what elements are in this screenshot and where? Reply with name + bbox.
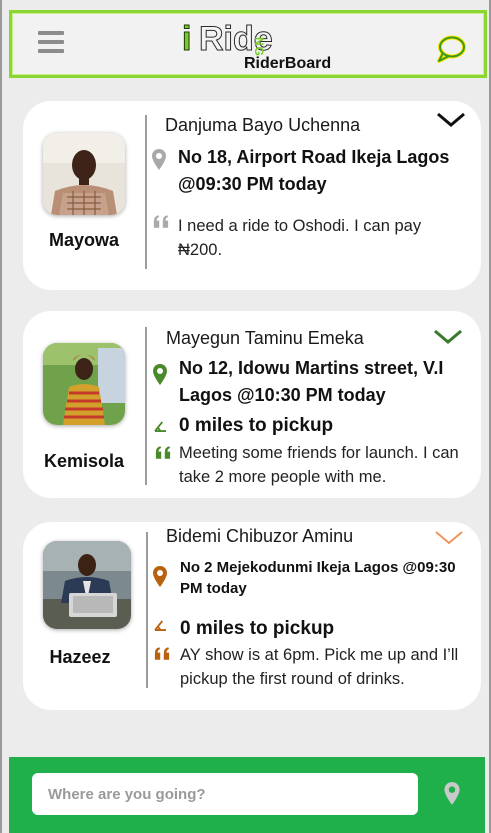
- bottom-search-bar: [9, 757, 485, 833]
- pickup-location: No 18, Airport Road Ikeja Lagos @09:30 P…: [178, 147, 450, 194]
- ride-request-card[interactable]: Mayowa Danjuma Bayo Uchenna No 18, Airpo…: [23, 101, 481, 290]
- logo-ng: NG: [252, 37, 266, 57]
- card-divider: [146, 532, 148, 688]
- rider-name: Mayegun Taminu Emeka: [166, 328, 364, 348]
- rider-message: AY show is at 6pm. Pick me up and I’ll p…: [180, 646, 459, 688]
- app-frame: i Ride NG RiderBoard Mayowa Danjuma Bayo…: [0, 0, 491, 833]
- location-pin-icon[interactable]: [442, 781, 462, 807]
- card-divider: [145, 115, 147, 269]
- distance-icon: [154, 620, 166, 631]
- iride-logo: i Ride NG: [181, 20, 292, 58]
- rider-message: Meeting some friends for launch. I can t…: [179, 444, 459, 486]
- avatar: [43, 541, 131, 629]
- chevron-down-icon[interactable]: [434, 529, 464, 547]
- app-header: i Ride NG RiderBoard: [9, 10, 487, 78]
- avatar: [43, 133, 125, 215]
- location-pin-icon: [152, 149, 166, 170]
- pickup-location: No 2 Mejekodunmi Ikeja Lagos @09:30 PM t…: [180, 559, 456, 597]
- quote-icon: [154, 647, 170, 660]
- pickup-location: No 12, Idowu Martins street, V.I Lagos @…: [179, 358, 444, 405]
- destination-search-input[interactable]: [32, 773, 418, 815]
- card-divider: [145, 327, 147, 485]
- location-pin-icon: [153, 364, 167, 385]
- quote-icon: [155, 446, 171, 459]
- passenger-name: Kemisola: [43, 451, 125, 471]
- avatar: [43, 343, 125, 425]
- page-title: RiderBoard: [244, 55, 332, 72]
- rider-name: Bidemi Chibuzor Aminu: [166, 526, 354, 546]
- distance-icon: [154, 421, 166, 432]
- chevron-down-icon[interactable]: [433, 328, 463, 346]
- distance-to-pickup: 0 miles to pickup: [179, 415, 334, 436]
- ride-request-card[interactable]: Kemisola Mayegun Taminu Emeka No 12, Ido…: [23, 311, 481, 498]
- ride-request-card[interactable]: Hazeez Bidemi Chibuzor Aminu No 2 Mejeko…: [23, 522, 481, 710]
- logo-i: i: [181, 20, 192, 58]
- chat-bubble-icon[interactable]: [435, 34, 467, 64]
- passenger-name: Mayowa: [48, 230, 120, 250]
- quote-icon: [153, 215, 169, 228]
- rider-message: I need a ride to Oshodi. I can pay ₦200.: [178, 217, 422, 259]
- chevron-down-icon[interactable]: [436, 111, 466, 129]
- passenger-name: Hazeez: [49, 647, 111, 667]
- hamburger-menu-icon[interactable]: [38, 31, 66, 55]
- distance-to-pickup: 0 miles to pickup: [180, 618, 335, 639]
- rider-name: Danjuma Bayo Uchenna: [165, 115, 361, 135]
- location-pin-icon: [153, 566, 167, 587]
